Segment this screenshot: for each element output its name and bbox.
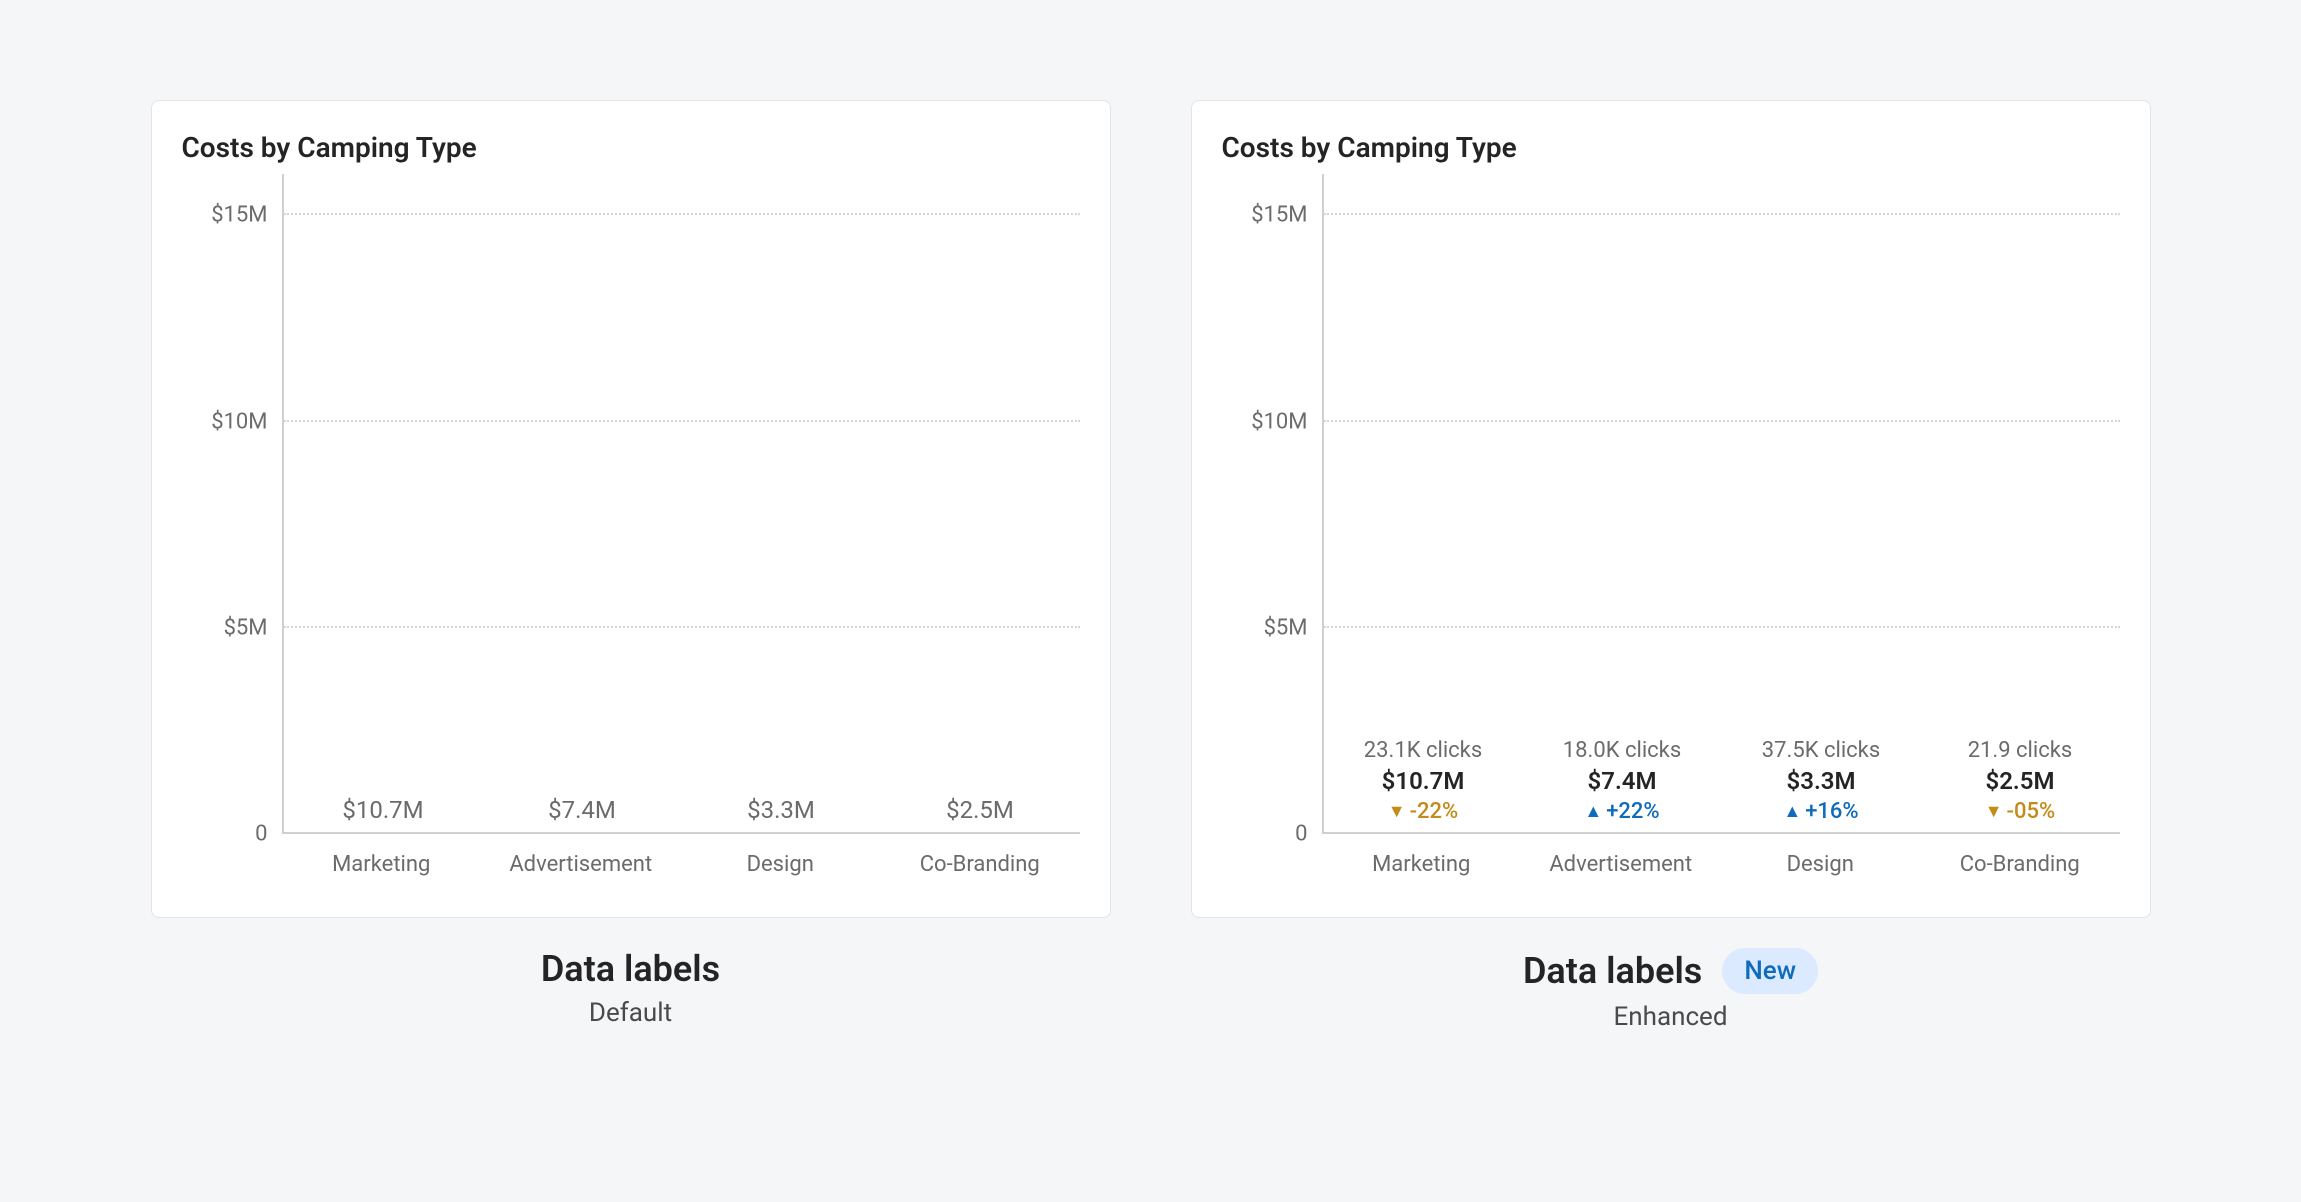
plot-wrap: $15M $10M $5M 0 $10.7M (182, 174, 1080, 834)
caption-sub: Default (151, 998, 1111, 1028)
x-tick: Co-Branding (1932, 852, 2108, 877)
caption-default: Data labels Default (151, 948, 1111, 1032)
caption-title: Data labels (1523, 950, 1702, 992)
x-tick: Co-Branding (892, 852, 1068, 877)
bar-value: $7.4M (1588, 767, 1657, 795)
bar-group: $2.5M (892, 796, 1067, 834)
plot-area: 23.1K clicks $10.7M ▼ -22% 18.0K click (1322, 174, 2120, 834)
bar-clicks: 18.0K clicks (1563, 738, 1681, 763)
y-tick: $10M (211, 409, 267, 434)
x-tick: Design (692, 852, 868, 877)
bar-label: $7.4M (548, 796, 616, 824)
bar-label: $10.7M (342, 796, 423, 824)
bar-group: 23.1K clicks $10.7M ▼ -22% (1335, 738, 1510, 834)
bar-label: 37.5K clicks $3.3M ▲ +16% (1762, 738, 1880, 824)
bar-label: 18.0K clicks $7.4M ▲ +22% (1563, 738, 1681, 824)
bar-delta: ▲ +22% (1584, 799, 1659, 824)
bar-label: 23.1K clicks $10.7M ▼ -22% (1364, 738, 1482, 824)
bar-group: $7.4M (494, 796, 669, 834)
bar-group: $3.3M (693, 796, 868, 834)
y-tick: $10M (1251, 409, 1307, 434)
plot-wrap: $15M $10M $5M 0 23.1K clicks $10.7M (1222, 174, 2120, 834)
bar-group: $10.7M (295, 796, 470, 834)
caption-sub: Enhanced (1191, 1002, 2151, 1032)
x-tick: Marketing (1333, 852, 1509, 877)
caption-enhanced: Data labels New Enhanced (1191, 948, 2151, 1032)
triangle-down-icon: ▼ (1985, 803, 2003, 821)
bar-delta-text: -22% (1410, 799, 1459, 824)
y-tick: $5M (224, 615, 268, 640)
y-tick: $15M (211, 203, 267, 228)
y-axis: $15M $10M $5M 0 (182, 174, 282, 834)
bars-row: 23.1K clicks $10.7M ▼ -22% 18.0K click (1324, 174, 2120, 834)
bar-label: $2.5M (946, 796, 1014, 824)
bar-value: $10.7M (342, 796, 423, 824)
x-tick: Advertisement (493, 852, 669, 877)
x-axis: Marketing Advertisement Design Co-Brandi… (282, 852, 1080, 877)
bar-delta: ▼ -05% (1985, 799, 2056, 824)
bar-delta-text: -05% (2007, 799, 2056, 824)
chart-card-default: Costs by Camping Type $15M $10M $5M 0 $1… (151, 100, 1111, 918)
y-tick: $5M (1264, 615, 1308, 640)
y-axis: $15M $10M $5M 0 (1222, 174, 1322, 834)
x-axis: Marketing Advertisement Design Co-Brandi… (1322, 852, 2120, 877)
bar-value: $2.5M (946, 796, 1014, 824)
bar-delta-text: +22% (1606, 799, 1659, 824)
bar-value: $2.5M (1986, 767, 2055, 795)
bar-value: $10.7M (1382, 767, 1465, 795)
bar-value: $7.4M (548, 796, 616, 824)
bar-value: $3.3M (747, 796, 815, 824)
bars-row: $10.7M $7.4M $3.3M (284, 174, 1080, 834)
x-tick: Advertisement (1533, 852, 1709, 877)
chart-card-enhanced: Costs by Camping Type $15M $10M $5M 0 23… (1191, 100, 2151, 918)
bar-delta-text: +16% (1805, 799, 1858, 824)
bar-group: 21.9 clicks $2.5M ▼ -05% (1932, 738, 2107, 834)
bar-label: 21.9 clicks $2.5M ▼ -05% (1968, 738, 2073, 824)
y-tick: 0 (255, 822, 267, 847)
x-tick: Design (1732, 852, 1908, 877)
bar-clicks: 23.1K clicks (1364, 738, 1482, 763)
bar-clicks: 37.5K clicks (1762, 738, 1880, 763)
chart-title: Costs by Camping Type (1222, 131, 2120, 164)
y-tick: $15M (1251, 203, 1307, 228)
bar-delta: ▲ +16% (1783, 799, 1858, 824)
x-tick: Marketing (293, 852, 469, 877)
bar-label: $3.3M (747, 796, 815, 824)
badge-new: New (1722, 948, 1818, 994)
plot-area: $10.7M $7.4M $3.3M (282, 174, 1080, 834)
bar-group: 18.0K clicks $7.4M ▲ +22% (1534, 738, 1709, 834)
triangle-up-icon: ▲ (1584, 803, 1602, 821)
bar-group: 37.5K clicks $3.3M ▲ +16% (1733, 738, 1908, 834)
bar-value: $3.3M (1787, 767, 1856, 795)
caption-title: Data labels (541, 948, 720, 990)
triangle-down-icon: ▼ (1388, 803, 1406, 821)
bar-clicks: 21.9 clicks (1968, 738, 2073, 763)
triangle-up-icon: ▲ (1783, 803, 1801, 821)
y-tick: 0 (1295, 822, 1307, 847)
chart-title: Costs by Camping Type (182, 131, 1080, 164)
bar-delta: ▼ -22% (1388, 799, 1459, 824)
